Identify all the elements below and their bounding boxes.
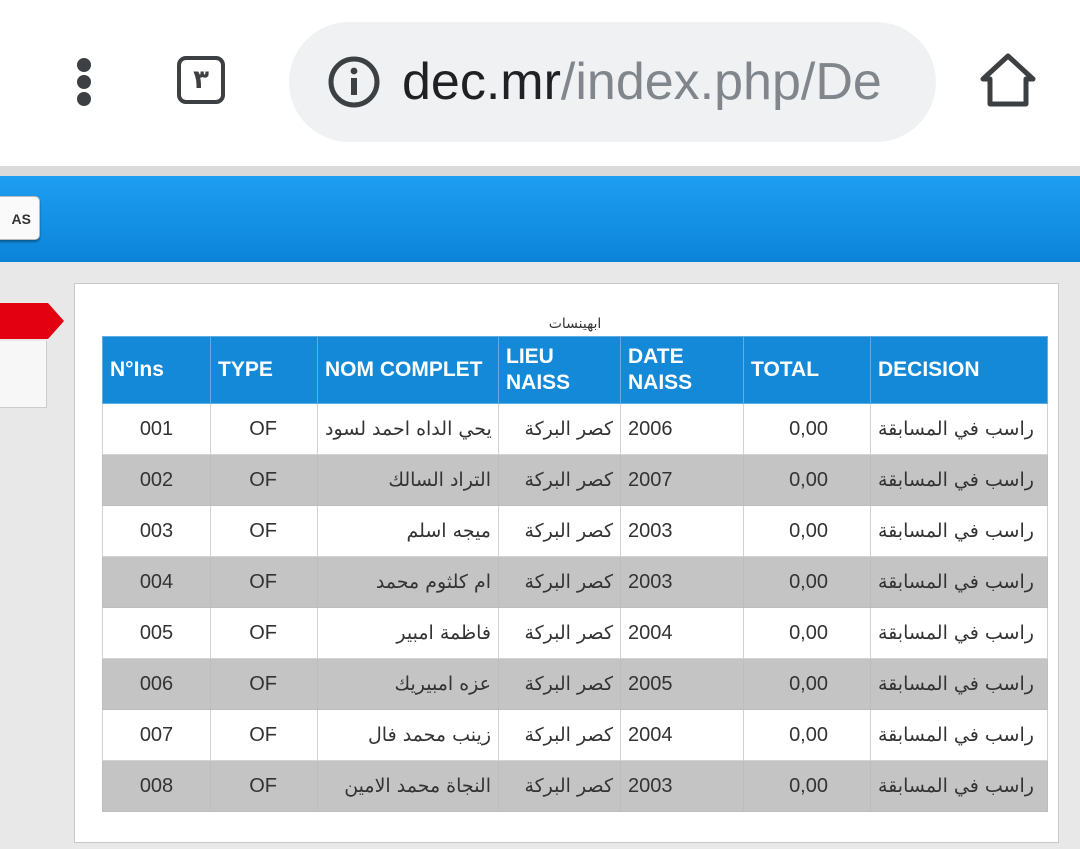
cell-decision: راسب في المسابقة	[870, 607, 1048, 659]
table-header-row: N°Ins TYPE NOM COMPLET LIEU NAISS DATE N…	[102, 336, 1048, 404]
url-domain: dec.mr	[402, 53, 561, 111]
cell-total: 0,00	[743, 505, 871, 557]
table-caption: ابهينسات	[548, 316, 602, 332]
cell-name: ميجه اسلم	[317, 505, 499, 557]
cell-type: OF	[210, 709, 318, 761]
cell-type: OF	[210, 658, 318, 710]
table-row: 005 OF فاظمة امبير كصر البركة 2004 0,00 …	[102, 607, 1048, 659]
cell-decision: راسب في المسابقة	[870, 556, 1048, 608]
cell-type: OF	[210, 760, 318, 812]
cell-type: OF	[210, 505, 318, 557]
sidebar-item[interactable]	[0, 341, 47, 408]
table-row: 001 OF يحي الداه احمد لسود كصر البركة 20…	[102, 403, 1048, 455]
home-icon[interactable]	[978, 50, 1038, 110]
cell-type: OF	[210, 607, 318, 659]
table-row: 006 OF عزه امبيريك كصر البركة 2005 0,00 …	[102, 658, 1048, 710]
cell-number: 007	[102, 709, 211, 761]
column-header-type: TYPE	[210, 336, 318, 404]
cell-birthdate: 2003	[620, 505, 744, 557]
cell-birthplace: كصر البركة	[498, 709, 621, 761]
column-header-number: N°Ins	[102, 336, 211, 404]
cell-total: 0,00	[743, 607, 871, 659]
cell-decision: راسب في المسابقة	[870, 403, 1048, 455]
table-row: 004 OF ام كلثوم محمد كصر البركة 2003 0,0…	[102, 556, 1048, 608]
cell-total: 0,00	[743, 556, 871, 608]
cell-birthdate: 2003	[620, 760, 744, 812]
column-header-decision: DECISION	[870, 336, 1048, 404]
cell-birthdate: 2006	[620, 403, 744, 455]
cell-name: النجاة محمد الامين	[317, 760, 499, 812]
cell-birthdate: 2003	[620, 556, 744, 608]
results-table: N°Ins TYPE NOM COMPLET LIEU NAISS DATE N…	[102, 336, 1048, 812]
cell-decision: راسب في المسابقة	[870, 760, 1048, 812]
table-row: 007 OF زينب محمد فال كصر البركة 2004 0,0…	[102, 709, 1048, 761]
tab-count: ٣	[193, 65, 209, 95]
column-header-birthdate: DATE NAISS	[620, 336, 744, 404]
cell-birthplace: كصر البركة	[498, 658, 621, 710]
cell-name: التراد السالك	[317, 454, 499, 506]
more-vert-icon[interactable]	[64, 52, 104, 112]
cell-decision: راسب في المسابقة	[870, 709, 1048, 761]
cell-name: فاظمة امبير	[317, 607, 499, 659]
cell-birthplace: كصر البركة	[498, 760, 621, 812]
sidebar-active-arrow	[48, 303, 64, 339]
cell-decision: راسب في المسابقة	[870, 505, 1048, 557]
url-path: /index.php/De	[560, 53, 882, 111]
toolbar-divider	[0, 166, 1080, 176]
cell-type: OF	[210, 556, 318, 608]
browser-toolbar: ٣ dec.mr/index.php/De	[0, 0, 1080, 166]
address-bar[interactable]: dec.mr/index.php/De	[289, 22, 936, 142]
table-row: 003 OF ميجه اسلم كصر البركة 2003 0,00 را…	[102, 505, 1048, 557]
cell-birthdate: 2007	[620, 454, 744, 506]
cell-birthplace: كصر البركة	[498, 454, 621, 506]
cell-number: 005	[102, 607, 211, 659]
cell-number: 008	[102, 760, 211, 812]
page-header-bar: AS	[0, 176, 1080, 262]
cell-birthplace: كصر البركة	[498, 607, 621, 659]
cell-number: 001	[102, 403, 211, 455]
cell-decision: راسب في المسابقة	[870, 658, 1048, 710]
cell-name: زينب محمد فال	[317, 709, 499, 761]
table-row: 008 OF النجاة محمد الامين كصر البركة 200…	[102, 760, 1048, 812]
cell-birthdate: 2004	[620, 607, 744, 659]
cell-total: 0,00	[743, 403, 871, 455]
cell-birthplace: كصر البركة	[498, 403, 621, 455]
cell-type: OF	[210, 454, 318, 506]
header-button[interactable]: AS	[0, 196, 40, 240]
cell-number: 003	[102, 505, 211, 557]
table-row: 002 OF التراد السالك كصر البركة 2007 0,0…	[102, 454, 1048, 506]
cell-total: 0,00	[743, 760, 871, 812]
cell-birthdate: 2005	[620, 658, 744, 710]
cell-total: 0,00	[743, 658, 871, 710]
url-text[interactable]: dec.mr/index.php/De	[402, 48, 902, 116]
cell-type: OF	[210, 403, 318, 455]
cell-number: 004	[102, 556, 211, 608]
cell-name: يحي الداه احمد لسود	[317, 403, 499, 455]
sidebar-active-item[interactable]	[0, 303, 48, 339]
cell-number: 002	[102, 454, 211, 506]
cell-number: 006	[102, 658, 211, 710]
column-header-birthplace: LIEU NAISS	[498, 336, 621, 404]
cell-total: 0,00	[743, 454, 871, 506]
cell-name: ام كلثوم محمد	[317, 556, 499, 608]
cell-birthdate: 2004	[620, 709, 744, 761]
cell-total: 0,00	[743, 709, 871, 761]
cell-decision: راسب في المسابقة	[870, 454, 1048, 506]
info-icon[interactable]	[327, 55, 381, 109]
cell-birthplace: كصر البركة	[498, 505, 621, 557]
column-header-name: NOM COMPLET	[317, 336, 499, 404]
cell-name: عزه امبيريك	[317, 658, 499, 710]
tabs-icon[interactable]: ٣	[177, 56, 225, 104]
cell-birthplace: كصر البركة	[498, 556, 621, 608]
column-header-total: TOTAL	[743, 336, 871, 404]
